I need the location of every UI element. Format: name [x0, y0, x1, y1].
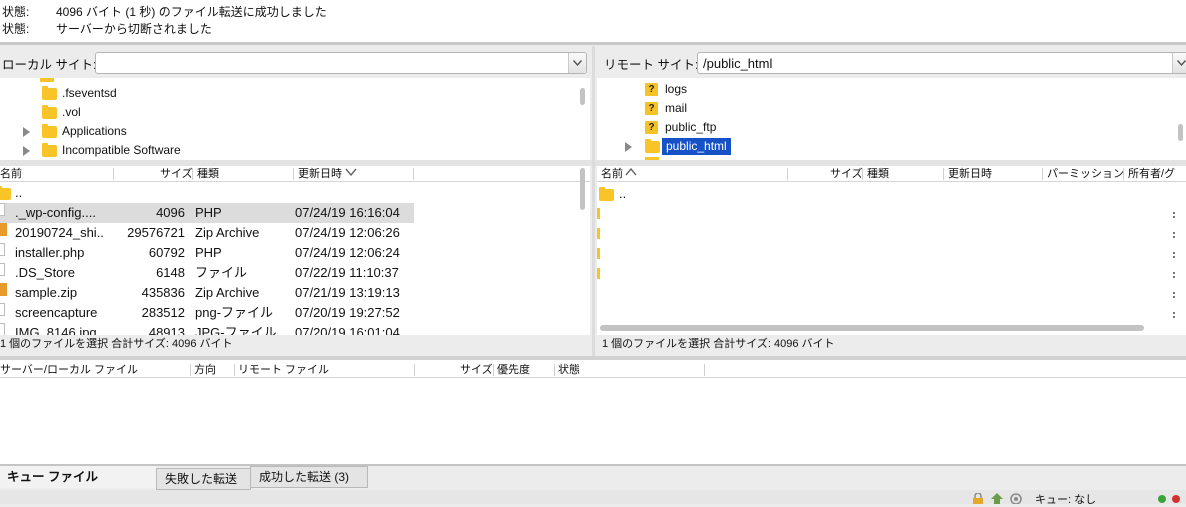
file-icon	[0, 203, 5, 216]
transfer-queue[interactable]: サーバー/ローカル ファイル 方向 リモート ファイル サイズ 優先度 状態	[0, 360, 1186, 464]
expand-arrow-icon[interactable]	[625, 142, 632, 152]
network-icon	[990, 493, 1004, 507]
remote-site-bar: リモート サイト: /public_html	[595, 46, 1186, 78]
column-name[interactable]: 名前	[601, 166, 623, 182]
file-row[interactable]: installer.php 60792 PHP 07/24/19 12:06:2…	[0, 243, 414, 263]
transfer-indicator-icon	[1172, 495, 1180, 503]
local-site-label: ローカル サイト:	[2, 58, 97, 72]
bottom-status-bar: キュー: なし	[0, 490, 1186, 507]
column-size[interactable]: サイズ	[830, 166, 863, 182]
folder-icon	[42, 124, 57, 138]
tab-successful-transfers[interactable]: 成功した転送 (3)	[250, 466, 368, 488]
message-log: 状態: 4096 バイト (1 秒) のファイル転送に成功しました 状態: サー…	[0, 0, 1186, 42]
file-row-selected[interactable]: ._wp-config.... 4096 PHP 07/24/19 16:16:…	[0, 203, 414, 223]
unknown-folder-icon: ?	[645, 121, 658, 134]
column-size[interactable]: サイズ	[460, 362, 493, 378]
file-icon	[0, 323, 5, 335]
scrollbar[interactable]	[1178, 124, 1183, 141]
remote-directory-tree[interactable]: ? logs ? mail ? public_ftp public_html	[597, 78, 1186, 160]
local-status: 1 個のファイルを選択 合計サイズ: 4096 バイト	[0, 338, 233, 350]
column-modified[interactable]: 更新日時	[948, 166, 992, 182]
pane-splitter[interactable]	[592, 46, 595, 356]
expand-arrow-icon[interactable]	[23, 146, 30, 156]
file-row[interactable]: 20190724_shi.. 29576721 Zip Archive 07/2…	[0, 223, 414, 243]
sort-descending-icon[interactable]	[345, 166, 357, 182]
tab-queued-files[interactable]: キュー ファイル	[0, 466, 156, 488]
scrollbar[interactable]	[580, 88, 585, 105]
folder-icon	[42, 105, 57, 119]
lock-icon	[972, 492, 984, 507]
local-directory-tree[interactable]: .fseventsd .vol Applications Incompatibl…	[0, 78, 590, 160]
file-row[interactable]: screencapture 283512 png-ファイル 07/20/19 1…	[0, 303, 414, 323]
remote-file-list[interactable]: 名前 サイズ 種類 更新日時 パーミッション 所有者/グ ..	[597, 166, 1186, 335]
file-icon	[0, 243, 5, 256]
column-owner[interactable]: 所有者/グ	[1128, 166, 1178, 182]
column-status[interactable]: 状態	[558, 362, 580, 378]
remote-list-header: 名前 サイズ 種類 更新日時 パーミッション 所有者/グ	[597, 166, 1186, 182]
local-list-header: 名前 サイズ 種類 更新日時	[0, 166, 590, 182]
remote-status: 1 個のファイルを選択 合計サイズ: 4096 バイト	[602, 338, 835, 350]
file-row[interactable]: .DS_Store 6148 ファイル 07/22/19 11:10:37	[0, 263, 414, 283]
speed-limit-icon[interactable]	[1010, 493, 1022, 507]
folder-icon	[40, 78, 54, 82]
folder-icon	[599, 187, 614, 201]
queue-header: サーバー/ローカル ファイル 方向 リモート ファイル サイズ 優先度 状態	[0, 362, 1186, 378]
column-remote-file[interactable]: リモート ファイル	[238, 362, 329, 378]
column-permissions[interactable]: パーミッション	[1047, 166, 1124, 182]
local-file-list[interactable]: 名前 サイズ 種類 更新日時 .. ._wp-config.... 4096 P…	[0, 166, 590, 335]
zip-icon	[0, 283, 7, 296]
tree-item[interactable]: ? public_ftp	[597, 118, 1172, 137]
transfer-indicator-icon	[1158, 495, 1166, 503]
sort-ascending-icon[interactable]	[625, 166, 637, 182]
file-row[interactable]: sample.zip 435836 Zip Archive 07/21/19 1…	[0, 283, 414, 303]
column-name[interactable]: 名前	[0, 166, 22, 182]
remote-site-label: リモート サイト:	[604, 58, 699, 72]
tree-item[interactable]: ? logs	[597, 80, 1172, 99]
expand-arrow-icon[interactable]	[23, 127, 30, 137]
tab-failed-transfers[interactable]: 失敗した転送	[156, 468, 251, 490]
tree-item[interactable]: Incompatible Software	[0, 141, 580, 160]
file-row[interactable]: ..	[0, 183, 414, 203]
file-row[interactable]: IMG_8146.jpg 48913 JPG-ファイル 07/20/19 16:…	[0, 323, 414, 335]
folder-edge-strip	[597, 208, 600, 279]
queue-status: キュー: なし	[1035, 494, 1097, 506]
tree-item[interactable]: .fseventsd	[0, 84, 580, 103]
row-overflow-dots	[1173, 206, 1177, 326]
tree-item[interactable]: .vol	[0, 103, 580, 122]
folder-icon	[42, 86, 57, 100]
folder-icon	[0, 186, 11, 200]
splitter[interactable]	[0, 42, 1186, 45]
column-size[interactable]: サイズ	[160, 166, 193, 182]
local-site-bar: ローカル サイト:	[0, 46, 592, 78]
column-modified[interactable]: 更新日時	[298, 166, 342, 182]
zip-icon	[0, 223, 7, 236]
column-priority[interactable]: 優先度	[497, 362, 530, 378]
folder-icon	[645, 139, 660, 153]
divider	[0, 464, 1186, 466]
chevron-down-icon[interactable]	[1172, 53, 1186, 73]
remote-path-combobox[interactable]: /public_html	[697, 52, 1186, 74]
chevron-down-icon[interactable]	[568, 53, 586, 73]
local-path-combobox[interactable]	[95, 52, 587, 74]
column-type[interactable]: 種類	[197, 166, 219, 182]
tree-item[interactable]: Applications	[0, 122, 580, 141]
unknown-folder-icon: ?	[645, 102, 658, 115]
folder-icon	[42, 143, 57, 157]
file-icon	[0, 263, 5, 276]
tree-item[interactable]: ? mail	[597, 99, 1172, 118]
column-direction[interactable]: 方向	[194, 362, 216, 378]
column-type[interactable]: 種類	[867, 166, 889, 182]
file-row[interactable]: ..	[597, 184, 1172, 204]
tree-item-selected[interactable]: public_html	[597, 137, 1172, 156]
file-icon	[0, 303, 5, 316]
column-local-file[interactable]: サーバー/ローカル ファイル	[0, 362, 138, 378]
scrollbar[interactable]	[580, 168, 585, 210]
horizontal-scrollbar[interactable]	[600, 325, 1144, 331]
unknown-folder-icon: ?	[645, 83, 658, 96]
